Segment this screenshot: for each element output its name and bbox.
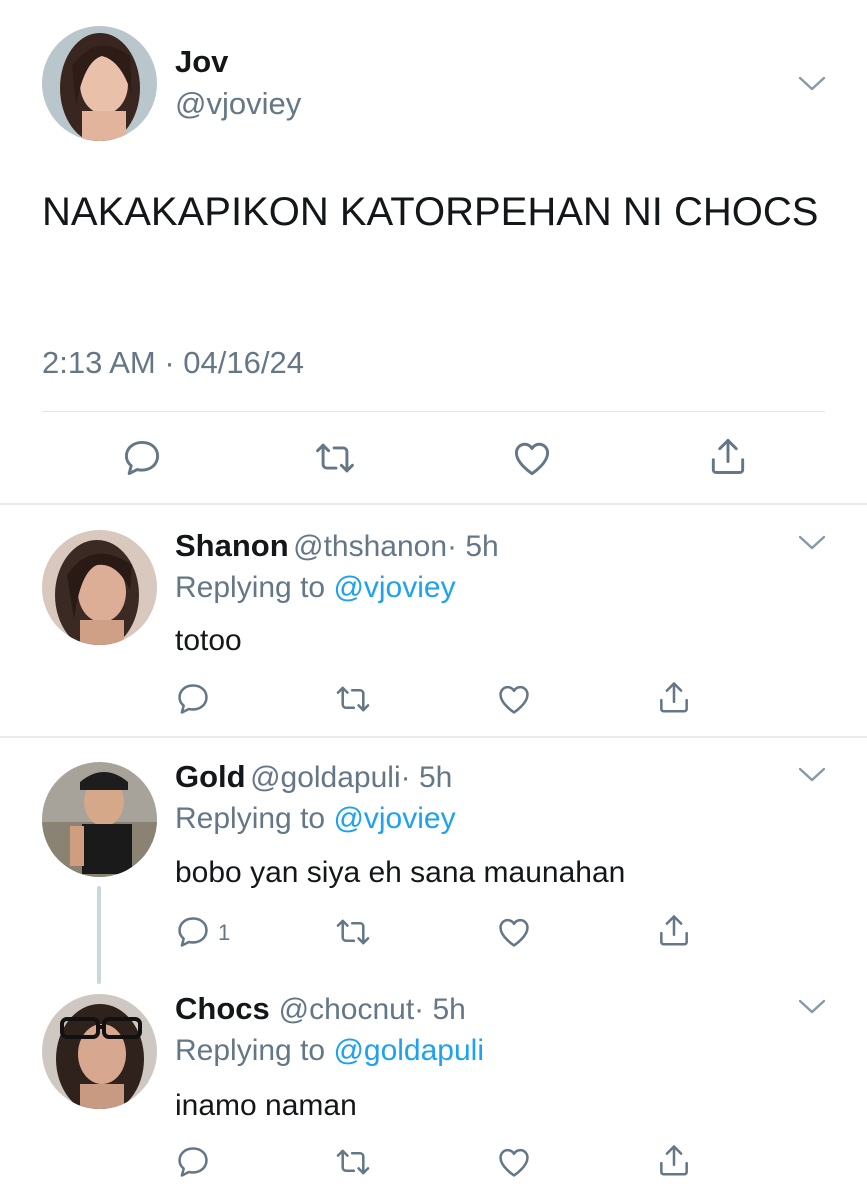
replying-to-link[interactable]: @vjoviey xyxy=(333,571,455,604)
avatar[interactable] xyxy=(42,530,157,645)
retweet-icon[interactable] xyxy=(334,680,372,718)
reply-time: · 5h xyxy=(414,993,466,1026)
replying-to-label: Replying to xyxy=(175,1034,334,1067)
reply-text: bobo yan siya eh sana maunahan xyxy=(175,856,626,889)
replying-to-label: Replying to xyxy=(175,571,334,604)
thread-line xyxy=(97,886,101,984)
reply-text: inamo naman xyxy=(175,1089,357,1122)
share-icon[interactable] xyxy=(655,678,693,716)
reply-time: · 5h xyxy=(400,761,453,794)
replying-to: Replying to @goldapuli xyxy=(175,1034,484,1068)
avatar[interactable] xyxy=(42,994,157,1109)
reply-author-name[interactable]: Gold xyxy=(175,759,246,794)
reply-icon[interactable] xyxy=(120,436,164,480)
tweet-timestamp: 2:13 AM · 04/16/24 xyxy=(42,345,304,380)
reply-text: totoo xyxy=(175,624,242,657)
replying-to-link[interactable]: @goldapuli xyxy=(333,1034,484,1067)
reply-header: Chocs @chocnut· 5h xyxy=(175,991,466,1027)
chevron-down-icon[interactable] xyxy=(797,997,827,1017)
reply-author-handle[interactable]: @thshanon xyxy=(293,530,447,563)
like-icon[interactable] xyxy=(495,1143,533,1181)
divider xyxy=(0,736,867,738)
like-icon[interactable] xyxy=(510,436,554,480)
divider xyxy=(42,411,825,412)
reply-header: Shanon @thshanon· 5h xyxy=(175,528,499,564)
divider xyxy=(0,503,867,505)
chevron-down-icon[interactable] xyxy=(797,765,827,785)
reply-count: 1 xyxy=(218,920,231,945)
reply-header: Gold @goldapuli· 5h xyxy=(175,759,452,795)
replying-to-label: Replying to xyxy=(175,802,334,835)
retweet-icon[interactable] xyxy=(334,1143,372,1181)
author-handle[interactable]: @vjoviey xyxy=(175,86,301,122)
reply-author-name[interactable]: Shanon xyxy=(175,528,289,563)
like-icon[interactable] xyxy=(495,913,533,951)
chevron-down-icon[interactable] xyxy=(797,533,827,553)
reply-icon[interactable] xyxy=(174,913,212,951)
avatar[interactable] xyxy=(42,26,157,141)
like-icon[interactable] xyxy=(495,680,533,718)
replying-to: Replying to @vjoviey xyxy=(175,802,456,836)
retweet-icon[interactable] xyxy=(334,913,372,951)
author-name[interactable]: Jov xyxy=(175,44,228,80)
replying-to: Replying to @vjoviey xyxy=(175,571,456,605)
retweet-icon[interactable] xyxy=(313,436,357,480)
reply-icon[interactable] xyxy=(174,680,212,718)
reply-author-name[interactable]: Chocs xyxy=(175,991,270,1026)
share-icon[interactable] xyxy=(655,1141,693,1179)
avatar[interactable] xyxy=(42,762,157,877)
reply-author-handle[interactable]: @chocnut xyxy=(279,993,415,1026)
chevron-down-icon[interactable] xyxy=(797,74,827,94)
reply-author-handle[interactable]: @goldapuli xyxy=(250,761,401,794)
reply-time: · 5h xyxy=(447,530,499,563)
share-icon[interactable] xyxy=(655,911,693,949)
replying-to-link[interactable]: @vjoviey xyxy=(333,802,455,835)
tweet-text: NAKAKAPIKON KATORPEHAN NI CHOCS xyxy=(42,190,819,234)
reply-icon[interactable] xyxy=(174,1143,212,1181)
share-icon[interactable] xyxy=(706,434,750,478)
